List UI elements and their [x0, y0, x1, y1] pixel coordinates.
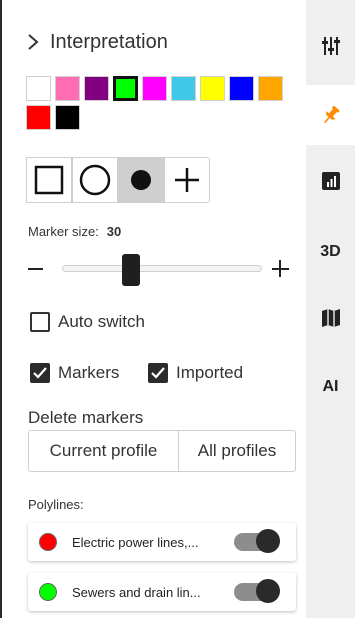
color-swatch[interactable]: [55, 76, 80, 101]
auto-switch-box[interactable]: [30, 312, 50, 332]
square-icon: [34, 165, 64, 195]
check-icon: [151, 367, 165, 379]
color-swatch[interactable]: [113, 76, 138, 101]
panel-title: Interpretation: [50, 30, 168, 53]
imported-checkbox[interactable]: Imported: [148, 363, 243, 383]
rail-3d-label: 3D: [320, 243, 341, 260]
color-swatch[interactable]: [26, 76, 51, 101]
marker-size-label: Marker size: 30: [28, 224, 121, 239]
color-swatch[interactable]: [26, 105, 51, 130]
circle-marker-button[interactable]: [72, 157, 118, 203]
rail-markers[interactable]: [306, 85, 355, 145]
color-swatch[interactable]: [171, 76, 196, 101]
cross-marker-button[interactable]: [164, 157, 210, 203]
delete-markers-label: Delete markers: [28, 408, 144, 427]
all-profiles-button[interactable]: All profiles: [179, 430, 296, 472]
imported-box[interactable]: [148, 363, 168, 383]
pin-icon: [323, 105, 339, 124]
polyline-row-sewers: Sewers and drain lin...: [28, 573, 296, 611]
interpretation-header[interactable]: Interpretation: [26, 28, 168, 56]
dot-marker-button[interactable]: [118, 157, 164, 203]
polyline-name: Electric power lines,...: [72, 534, 199, 550]
check-icon: [33, 367, 47, 379]
color-swatch[interactable]: [84, 76, 109, 101]
polyline-toggle-electric[interactable]: [234, 529, 280, 553]
auto-switch-label: Auto switch: [58, 312, 145, 331]
plus-icon-vertical[interactable]: [279, 260, 281, 277]
marker-size-slider: [28, 254, 294, 286]
toggle-knob: [256, 529, 280, 553]
current-profile-button[interactable]: Current profile: [28, 430, 179, 472]
markers-checkbox[interactable]: Markers: [30, 363, 119, 383]
polyline-color-dot: [39, 583, 57, 601]
marker-size-value: 30: [106, 224, 122, 239]
color-swatch[interactable]: [200, 76, 225, 101]
polyline-toggle-sewers[interactable]: [234, 579, 280, 603]
chart-icon: [321, 172, 340, 190]
square-marker-button[interactable]: [26, 157, 72, 203]
rail-3d[interactable]: 3D: [306, 222, 355, 282]
dot-icon: [131, 170, 151, 190]
plus-icon: [175, 168, 199, 192]
polyline-color-dot: [39, 533, 57, 551]
rail-chart[interactable]: [306, 151, 355, 211]
chevron-right-icon: [28, 34, 39, 50]
imported-label: Imported: [176, 363, 244, 382]
rail-settings[interactable]: [306, 16, 355, 76]
sliders-icon: [321, 37, 340, 55]
marker-shape-group: [26, 157, 210, 203]
polylines-label: Polylines:: [28, 497, 84, 512]
side-toolbar: 3D AI: [306, 0, 355, 618]
delete-markers-group: Current profile All profiles: [28, 430, 296, 472]
circle-icon: [79, 164, 111, 196]
polyline-name: Sewers and drain lin...: [72, 584, 201, 600]
slider-track[interactable]: [62, 265, 262, 272]
color-swatch[interactable]: [142, 76, 167, 101]
polyline-row-electric: Electric power lines,...: [28, 523, 296, 561]
interpretation-panel: Interpretation Marker size: 30 Auto switc…: [2, 0, 306, 618]
color-swatch[interactable]: [55, 105, 80, 130]
auto-switch-checkbox[interactable]: Auto switch: [30, 312, 145, 332]
markers-label: Markers: [58, 363, 120, 382]
color-palette: [26, 76, 286, 130]
marker-size-text: Marker size:: [28, 224, 99, 239]
map-icon: [321, 309, 340, 327]
color-swatch[interactable]: [229, 76, 254, 101]
minus-icon[interactable]: [28, 268, 43, 270]
toggle-knob: [256, 579, 280, 603]
markers-box[interactable]: [30, 363, 50, 383]
rail-map[interactable]: [306, 288, 355, 348]
color-swatch[interactable]: [258, 76, 283, 101]
rail-ai-label: AI: [322, 378, 339, 395]
slider-thumb[interactable]: [122, 254, 140, 286]
rail-ai[interactable]: AI: [306, 357, 355, 417]
